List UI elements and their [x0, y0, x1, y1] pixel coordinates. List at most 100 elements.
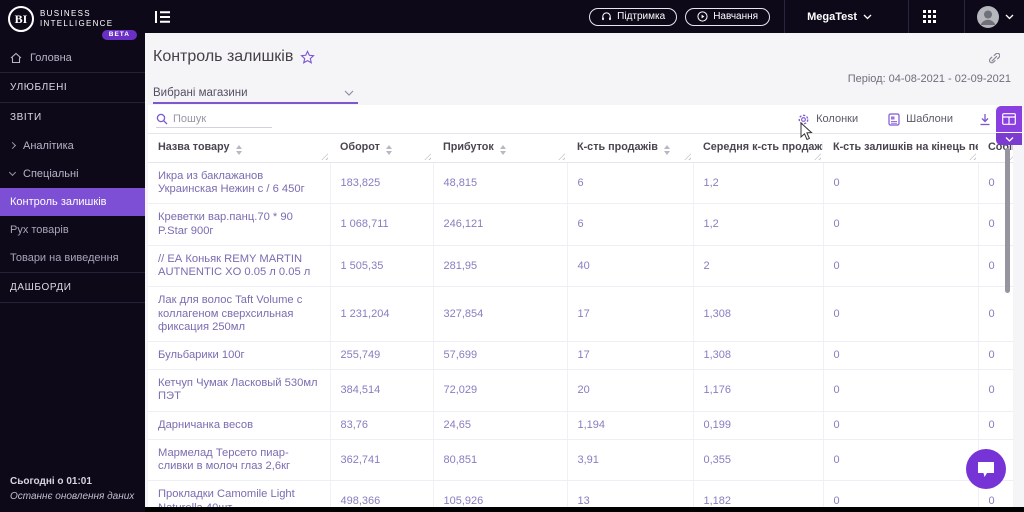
menu-toggle-button[interactable]	[155, 10, 171, 24]
collapse-panel-button[interactable]	[996, 133, 1022, 145]
last-update-info: Сьогодні о 01:01 Останнє оновлення даних	[10, 474, 134, 504]
table-row[interactable]: Мармелад Терсето пиар-сливки в молоч гла…	[148, 439, 1013, 482]
logo-line2: INTELLIGENCE	[40, 18, 114, 28]
column-header[interactable]: К-сть залишків на кінець періоду	[823, 133, 978, 163]
column-header-label: К-сть залишків на кінець періоду	[833, 141, 978, 153]
sort-icon[interactable]	[385, 145, 392, 155]
logo-line1: BUSINESS	[40, 9, 91, 18]
cell-profit: 57,699	[433, 341, 568, 371]
cell-sales-count: 6	[567, 162, 694, 205]
avatar	[977, 5, 999, 28]
cell-sales-count: 17	[567, 341, 694, 371]
column-header[interactable]: К-сть продажів	[567, 133, 693, 163]
cell-stock-end: 0	[823, 480, 979, 507]
chevron-down-icon	[344, 90, 354, 96]
cell-profit: 281,95	[433, 245, 568, 288]
account-menu[interactable]: MegaTest	[785, 11, 894, 23]
table-header-row: Назва товару Оборот Прибуток К-сть прода…	[148, 133, 1013, 163]
sidebar-subitem[interactable]: Товари на виведення	[0, 244, 145, 272]
table-row[interactable]: Кетчуп Чумак Ласковый 530мл ПЭТ 384,514 …	[148, 369, 1013, 412]
table-view-toggle-button[interactable]	[996, 106, 1022, 132]
cell-sales-count: 6	[567, 203, 694, 246]
cell-cost: 0	[978, 286, 1013, 342]
cell-stock-end: 0	[823, 162, 979, 205]
cell-stock-end: 0	[823, 411, 979, 440]
sort-icon[interactable]	[499, 145, 506, 155]
cell-profit: 24,65	[433, 411, 568, 440]
cell-turnover: 255,749	[330, 341, 434, 371]
column-header[interactable]: Оборот	[330, 133, 433, 163]
logo-bi-icon: BI	[8, 6, 34, 32]
search-box[interactable]	[156, 111, 272, 128]
table-toolbar: Колонки Шаблони	[148, 105, 1013, 133]
store-filter-select[interactable]: Вибрані магазини	[153, 86, 358, 104]
screen-edge	[145, 507, 1024, 512]
cell-avg-sales: 1,2	[693, 203, 824, 246]
sidebar-item-label: Головна	[30, 51, 72, 64]
user-menu[interactable]	[965, 5, 1024, 28]
cell-sales-count: 3,91	[567, 439, 694, 482]
last-update-time: Сьогодні о 01:01	[10, 476, 92, 487]
sidebar-section-dashboards: ДАШБОРДИ	[10, 281, 72, 293]
table-row[interactable]: Бульбарики 100г 255,749 57,699 17 1,308 …	[148, 341, 1013, 371]
search-input[interactable]	[173, 112, 265, 125]
column-header-label: Прибуток	[443, 141, 494, 153]
cell-stock-end: 0	[823, 341, 979, 371]
column-header[interactable]: Назва товару	[148, 133, 330, 163]
cell-sales-count: 1,194	[567, 411, 694, 440]
table-row[interactable]: Креветки вар.панц.70 * 90 P.Star 900г 1 …	[148, 203, 1013, 246]
sidebar-item-special[interactable]: Спеціальні	[0, 160, 145, 188]
sidebar-item-analytics[interactable]: Аналітика	[0, 132, 145, 160]
headset-icon	[602, 12, 612, 21]
support-button[interactable]: Підтримка	[589, 7, 678, 26]
sort-icon[interactable]	[663, 145, 670, 155]
table-scrollbar[interactable]	[1005, 148, 1010, 293]
apps-grid-button[interactable]	[909, 10, 950, 23]
link-icon	[988, 52, 1001, 64]
cell-product-name: Кетчуп Чумак Ласковый 530мл ПЭТ	[148, 369, 331, 412]
table-row[interactable]: // ЕА Коньяк REMY MARTIN AUTNENTIC XO 0.…	[148, 245, 1013, 288]
app-logo[interactable]: BI BUSINESS INTELLIGENCE BETA	[0, 0, 145, 44]
download-button[interactable]	[979, 113, 991, 126]
cell-avg-sales: 1,308	[693, 286, 824, 342]
cell-profit: 72,029	[433, 369, 568, 412]
topbar: Підтримка Навчання MegaTest	[145, 0, 1024, 33]
cell-cost: 0	[978, 411, 1013, 440]
cell-product-name: Лак для волос Taft Volume с коллагеном с…	[148, 286, 331, 342]
chat-widget-button[interactable]	[966, 449, 1006, 489]
cell-stock-end: 0	[823, 203, 979, 246]
account-name: MegaTest	[807, 10, 857, 23]
sidebar-item-home[interactable]: Головна	[0, 44, 145, 72]
sidebar-subitem-label: Контроль залишків	[10, 195, 107, 208]
cell-turnover: 183,825	[330, 162, 434, 205]
cell-turnover: 362,741	[330, 439, 434, 482]
table-row[interactable]: Лак для волос Taft Volume с коллагеном с…	[148, 286, 1013, 342]
cell-avg-sales: 1,2	[693, 162, 824, 205]
column-header-label: К-сть продажів	[577, 141, 658, 153]
sidebar-section-reports: ЗВІТИ	[10, 111, 42, 123]
cell-turnover: 498,366	[330, 480, 434, 507]
sort-icon[interactable]	[235, 145, 242, 155]
templates-button[interactable]: Шаблони	[888, 112, 953, 126]
sidebar-subitem[interactable]: Контроль залишків	[0, 187, 145, 216]
mouse-cursor	[800, 122, 813, 141]
sidebar-subitem[interactable]: Рух товарів	[0, 216, 145, 244]
cell-turnover: 83,76	[330, 411, 434, 440]
training-button[interactable]: Навчання	[685, 7, 771, 26]
cell-stock-end: 0	[823, 439, 979, 482]
table-row[interactable]: Дарничанка весов 83,76 24,65 1,194 0,199…	[148, 411, 1013, 440]
cell-turnover: 1 505,35	[330, 245, 434, 288]
cell-product-name: Дарничанка весов	[148, 411, 331, 440]
support-label: Підтримка	[617, 11, 666, 22]
table-row[interactable]: Икра из баклажанов Украинская Нежин с / …	[148, 162, 1013, 205]
table-row[interactable]: Прокладки Camomile Light Naturella 40шт …	[148, 480, 1013, 507]
period-label: Період: 04-08-2021 - 02-09-2021	[847, 73, 1011, 85]
chevron-down-icon	[1005, 14, 1014, 19]
table-icon	[1002, 113, 1016, 125]
chevron-right-icon	[8, 142, 17, 150]
column-header[interactable]: Прибуток	[433, 133, 567, 163]
share-link-button[interactable]	[986, 52, 1001, 72]
favorite-star-icon[interactable]	[300, 49, 316, 65]
cell-avg-sales: 0,355	[693, 439, 824, 482]
sidebar-item-label: Аналітика	[23, 139, 74, 152]
